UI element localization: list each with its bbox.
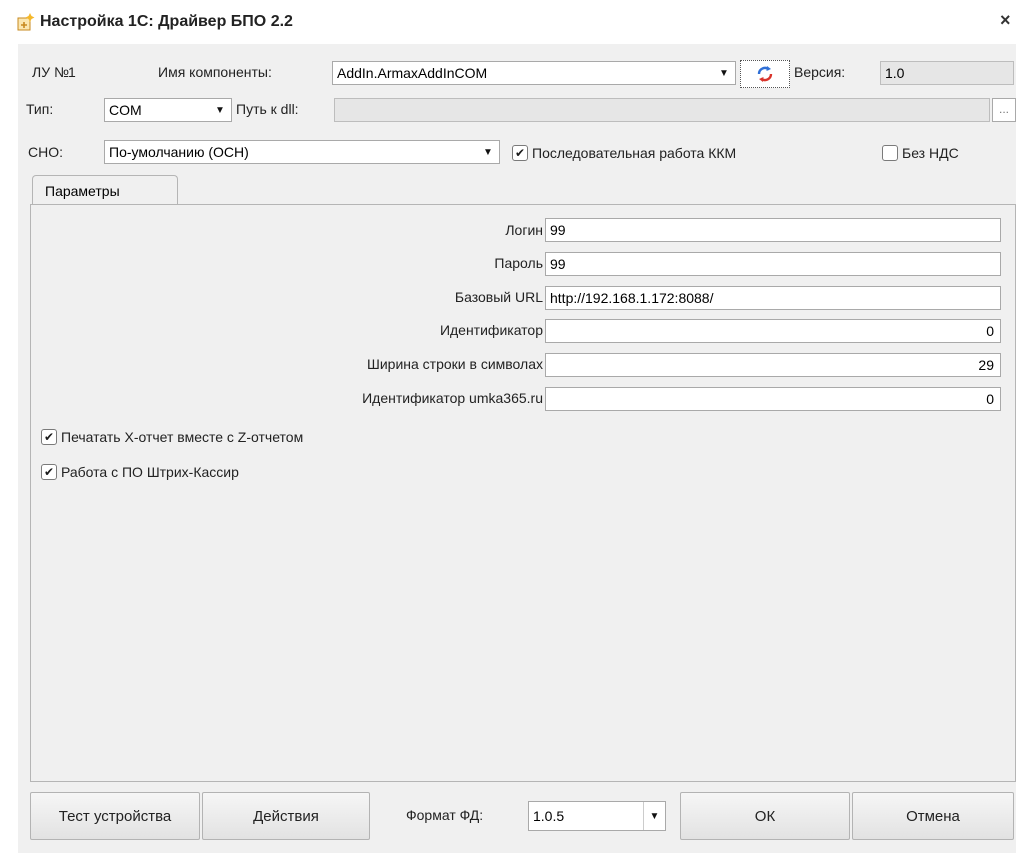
checkbox-checked-icon: ✔ — [41, 464, 57, 480]
dll-path-field — [334, 98, 990, 122]
chevron-down-icon[interactable]: ▼ — [477, 141, 499, 163]
login-label: Логин — [505, 222, 543, 238]
print-x-checkbox[interactable]: ✔ Печатать X-отчет вместе с Z-отчетом — [41, 429, 303, 445]
window-title: Настройка 1С: Драйвер БПО 2.2 — [40, 13, 293, 30]
close-icon[interactable]: × — [1000, 10, 1011, 31]
sno-value: По-умолчанию (ОСН) — [109, 144, 249, 160]
sequential-label: Последовательная работа ККМ — [532, 145, 737, 161]
checkbox-checked-icon: ✔ — [512, 145, 528, 161]
no-vat-checkbox[interactable]: Без НДС — [882, 145, 959, 161]
checkbox-checked-icon: ✔ — [41, 429, 57, 445]
dll-label: Путь к dll: — [236, 101, 299, 117]
ok-button[interactable]: ОК — [680, 792, 850, 840]
umka-id-label: Идентификатор umka365.ru — [362, 390, 543, 406]
title-bar: Настройка 1С: Драйвер БПО 2.2 × — [0, 0, 1016, 42]
format-select[interactable]: 1.0.5 ▼ — [528, 801, 666, 831]
cancel-button[interactable]: Отмена — [852, 792, 1014, 840]
settings-app-icon — [17, 13, 35, 31]
sequential-checkbox[interactable]: ✔ Последовательная работа ККМ — [512, 145, 736, 161]
sno-label: СНО: — [28, 144, 63, 160]
chevron-down-icon[interactable]: ▼ — [643, 802, 665, 830]
version-label: Версия: — [794, 64, 846, 80]
shtrih-label: Работа с ПО Штрих-Кассир — [61, 464, 239, 480]
chevron-down-icon[interactable]: ▼ — [713, 62, 735, 84]
id-label: Идентификатор — [439, 322, 543, 338]
browse-button[interactable]: ... — [992, 98, 1016, 122]
settings-dialog: ЛУ № 1 Имя компоненты: AddIn.ArmaxAddInC… — [18, 44, 1016, 853]
url-field[interactable]: http://192.168.1.172:8088/ — [545, 286, 1001, 310]
tab-parameters-label: Параметры — [45, 183, 120, 199]
line-width-field[interactable]: 29 — [545, 353, 1001, 377]
type-value: COM — [109, 102, 142, 118]
checkbox-empty-icon — [882, 145, 898, 161]
test-device-button[interactable]: Тест устройства — [30, 792, 200, 840]
component-label: Имя компоненты: — [158, 64, 272, 80]
sno-select[interactable]: По-умолчанию (ОСН) ▼ — [104, 140, 500, 164]
version-field: 1.0 — [880, 61, 1014, 85]
component-select[interactable]: AddIn.ArmaxAddInCOM ▼ — [332, 61, 736, 85]
component-value: AddIn.ArmaxAddInCOM — [337, 65, 488, 81]
id-field[interactable]: 0 — [545, 319, 1001, 343]
chevron-down-icon[interactable]: ▼ — [209, 99, 231, 121]
type-label: Тип: — [26, 101, 54, 117]
login-field[interactable]: 99 — [545, 218, 1001, 242]
password-label: Пароль — [494, 255, 543, 271]
parameters-panel: Логин 99 Пароль 99 Базовый URL http://19… — [30, 204, 1016, 782]
tab-parameters[interactable]: Параметры — [32, 175, 178, 205]
format-value: 1.0.5 — [533, 808, 565, 824]
url-label: Базовый URL — [454, 289, 543, 305]
no-vat-label: Без НДС — [902, 145, 959, 161]
format-label: Формат ФД: — [406, 807, 484, 823]
umka-id-field[interactable]: 0 — [545, 387, 1001, 411]
refresh-button[interactable] — [740, 60, 790, 88]
type-select[interactable]: COM ▼ — [104, 98, 232, 122]
line-width-label: Ширина строки в символах — [367, 356, 543, 372]
print-x-label: Печатать X-отчет вместе с Z-отчетом — [61, 429, 304, 445]
refresh-icon — [757, 66, 773, 82]
actions-button[interactable]: Действия — [202, 792, 370, 840]
password-field[interactable]: 99 — [545, 252, 1001, 276]
lu-number: 1 — [68, 64, 76, 80]
lu-label: ЛУ № — [32, 64, 69, 80]
shtrih-checkbox[interactable]: ✔ Работа с ПО Штрих-Кассир — [41, 464, 239, 480]
